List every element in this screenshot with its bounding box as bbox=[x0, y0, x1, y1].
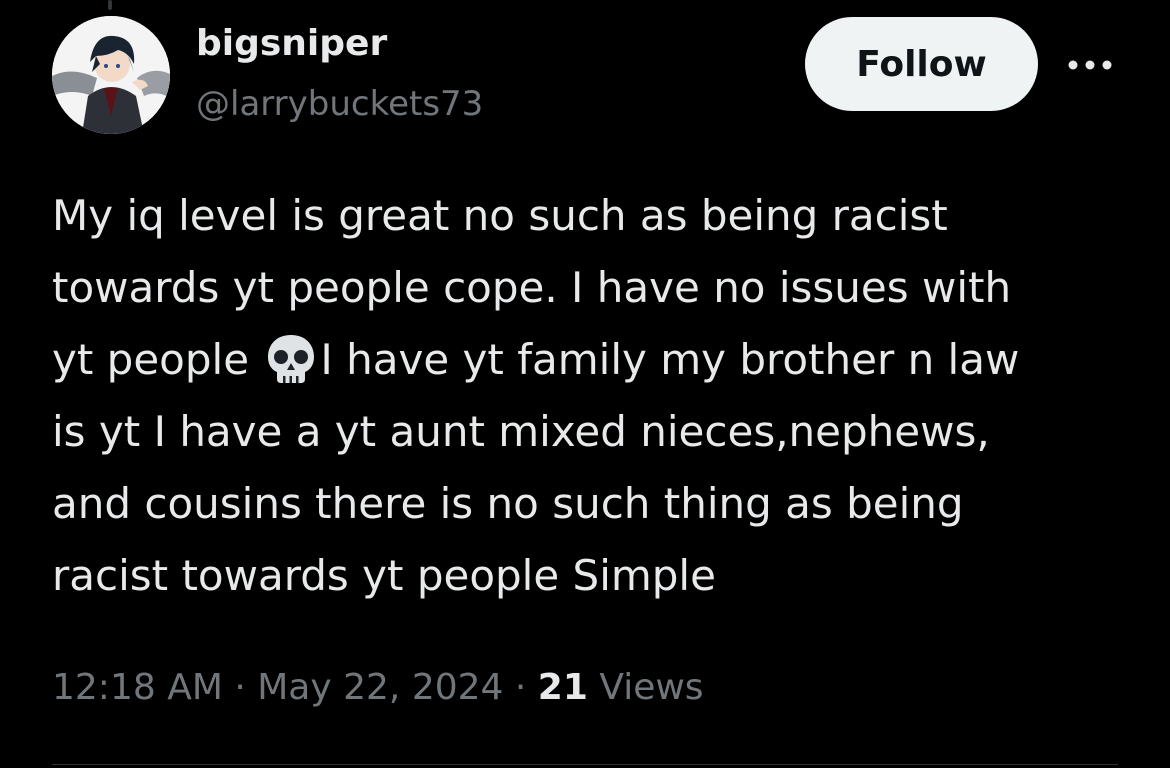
tweet-time[interactable]: 12:18 AM bbox=[52, 667, 223, 708]
tweet-line: towards yt people cope. I have no issues… bbox=[52, 263, 1012, 312]
tweet-line: racist towards yt people Simple bbox=[52, 551, 716, 600]
user-handle[interactable]: @larrybuckets73 bbox=[196, 80, 483, 128]
tweet-metadata: 12:18 AM · May 22, 2024 · 21 Views bbox=[52, 660, 704, 716]
tweet-line: is yt I have a yt aunt mixed nieces,neph… bbox=[52, 407, 990, 456]
tweet-line-with-emoji: yt people I have yt family my brother n … bbox=[52, 324, 1142, 396]
skull-emoji bbox=[268, 335, 315, 383]
tweet-date[interactable]: May 22, 2024 bbox=[257, 667, 503, 708]
tweet-line-segment: yt people bbox=[52, 335, 250, 384]
avatar[interactable] bbox=[52, 16, 170, 134]
divider bbox=[52, 764, 1118, 765]
thread-connector bbox=[108, 0, 112, 10]
meta-separator: · bbox=[234, 667, 246, 708]
tweet-line-segment: I have yt family my brother n law bbox=[320, 335, 1020, 384]
views-label: Views bbox=[599, 667, 704, 708]
more-horizontal-icon bbox=[1068, 60, 1112, 70]
tweet-line: and cousins there is no such thing as be… bbox=[52, 479, 964, 528]
tweet-line: My iq level is great no such as being ra… bbox=[52, 191, 948, 240]
follow-button[interactable]: Follow bbox=[805, 17, 1038, 111]
views-count: 21 bbox=[537, 667, 588, 708]
more-options-button[interactable] bbox=[1064, 48, 1116, 82]
avatar-image bbox=[52, 16, 170, 134]
display-name[interactable]: bigsniper bbox=[196, 20, 387, 68]
meta-separator: · bbox=[514, 667, 527, 708]
tweet-text: My iq level is great no such as being ra… bbox=[52, 180, 1142, 612]
